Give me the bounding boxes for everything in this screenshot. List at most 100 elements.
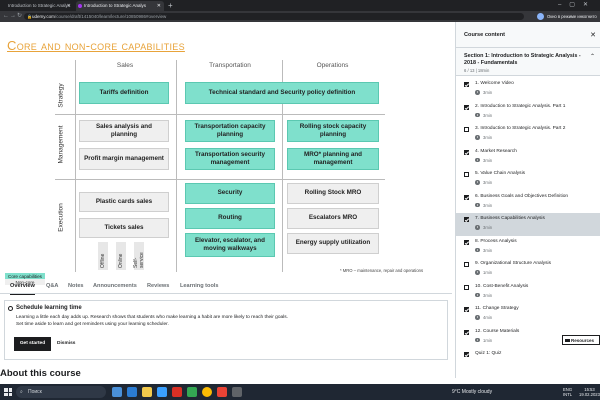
task-view-icon[interactable] [112,387,122,397]
weather-widget[interactable]: 9°C Mostly cloudy [452,384,492,400]
get-started-button[interactable]: Get started [14,337,51,351]
reminder-text-line: Set time aside to learn and get reminder… [16,322,169,328]
completion-checkbox[interactable] [464,217,469,222]
channel-offline: Offline [98,242,108,270]
lecture-item[interactable]: 1. Welcome Video 3min [456,78,600,101]
close-icon[interactable]: ✕ [590,31,596,39]
box-elevator: Elevator, escalator, and moving walkways [185,233,275,257]
tab-announcements[interactable]: Announcements [93,278,137,294]
box-energy: Energy supply utilization [287,233,379,254]
windows-taskbar: ⌕ Поиск 9°C Mostly cloudy ENG INTL 15:53… [0,384,600,400]
section-header[interactable]: Section 1: Introduction to Strategic Ana… [456,48,600,76]
box-tickets: Tickets sales [79,218,169,238]
lecture-title: 3. Introduction to Strategic Analysis. P… [475,126,566,131]
app-icon[interactable] [232,387,242,397]
completion-checkbox[interactable] [464,82,469,87]
windows-start-icon[interactable] [4,388,12,396]
store-icon[interactable] [157,387,167,397]
file-explorer-icon[interactable] [142,387,152,397]
dismiss-button[interactable]: Dismiss [57,337,75,351]
completion-checkbox[interactable] [464,352,469,357]
lecture-item[interactable]: Quiz 1: Quiz [456,348,600,371]
app-icon[interactable] [217,387,227,397]
completion-checkbox[interactable] [464,307,469,312]
taskbar-search-input[interactable]: ⌕ Поиск [16,386,106,398]
completion-checkbox[interactable] [464,127,469,132]
lecture-title: 5. Value Chain Analysis [475,171,526,176]
play-circle-icon [475,247,480,252]
lecture-item[interactable]: 7. Business Capabilities Analysis 3min [456,213,600,236]
completion-checkbox[interactable] [464,194,469,200]
completion-checkbox[interactable] [464,329,469,335]
browser-tab-active[interactable]: Introduction to Strategic Analys ✕ [76,1,164,11]
lecture-title: 11. Change Strategy [475,306,519,311]
clock[interactable]: 15:53 19.02.2023 [579,387,600,397]
tab-notes[interactable]: Notes [68,278,84,294]
completion-checkbox[interactable] [464,104,469,110]
app-icon[interactable] [187,387,197,397]
box-rolling-stock-capacity: Rolling stock capacity planning [287,120,379,142]
completion-checkbox[interactable] [464,284,469,290]
url-path: /course/draft/1415040/learn/lecture/1085… [54,14,167,19]
resources-button[interactable]: Resources [562,334,600,345]
lang-layout: INTL [563,392,573,397]
box-escalators-mro: Escalators MRO [287,208,379,229]
box-tech-standard: Technical standard and Security policy d… [185,82,379,104]
lecture-item[interactable]: 4. Market Research 3min [456,146,600,169]
box-mro-planning: MRO* planning and management [287,148,379,170]
browser-tabbar: Introduction to Strategic Analys ✕ Intro… [0,0,600,11]
tab-qa[interactable]: Q&A [46,278,58,294]
completion-checkbox[interactable] [464,239,469,245]
lecture-duration: 1min [483,270,493,275]
window-controls[interactable]: –▢✕ [558,0,596,11]
lecture-duration: 3min [483,90,493,95]
lecture-slide[interactable]: Core and non-core capabilities Sales Tra… [0,22,452,285]
tab-reviews[interactable]: Reviews [147,278,169,294]
grid-line [55,114,385,115]
lecture-item[interactable]: 8. Process Analysis 3min [456,236,600,259]
close-tab-icon[interactable]: ✕ [67,1,71,11]
about-heading: About this course [0,368,81,379]
language-indicator[interactable]: ENG INTL [563,387,572,397]
tab-learning-tools[interactable]: Learning tools [180,278,219,294]
tab-overview[interactable]: Overview [10,278,35,295]
lecture-item[interactable]: 3. Introduction to Strategic Analysis. P… [456,123,600,146]
url-input[interactable]: 🔒 udemy.com/course/draft/1415040/learn/l… [24,13,524,20]
slide-title: Core and non-core capabilities [7,38,185,53]
lecture-item[interactable]: 5. Value Chain Analysis 3min [456,168,600,191]
row-label-execution: Execution [57,203,65,232]
completion-checkbox[interactable] [464,262,469,267]
edge-icon[interactable] [127,387,137,397]
browser-tab[interactable]: Introduction to Strategic Analys ✕ [0,1,74,11]
lecture-duration: 3min [483,225,493,230]
lecture-item[interactable]: 11. Change Strategy 4min [456,303,600,326]
address-bar: ← → ↻ 🔒 udemy.com/course/draft/1415040/l… [0,11,600,22]
lecture-title: 6. Business Goals and Objectives Definit… [475,193,569,199]
incognito-avatar-icon[interactable] [537,13,544,20]
box-transport-capacity: Transportation capacity planning [185,120,275,142]
lecture-item[interactable]: 2. Introduction to Strategic Analysis. P… [456,101,600,124]
lecture-item[interactable]: 9. Organizational Structure Analysis 1min [456,258,600,281]
new-tab-icon[interactable]: + [168,0,173,11]
reload-icon[interactable]: ↻ [17,11,22,22]
lecture-title: 1. Welcome Video [475,81,514,86]
lecture-item[interactable]: 6. Business Goals and Objectives Definit… [456,191,600,214]
play-circle-icon [475,135,480,140]
sidebar-header: Course content ✕ [456,22,600,48]
box-sales-analysis: Sales analysis and planning [79,120,169,142]
lock-icon: 🔒 [27,14,32,19]
lecture-item[interactable]: 10. Cost-Benefit Analysis 3min [456,281,600,304]
completion-checkbox[interactable] [464,172,469,177]
close-tab-icon[interactable]: ✕ [157,1,161,11]
column-head-transportation: Transportation [209,62,251,69]
app-icon[interactable] [172,387,182,397]
lecture-item[interactable]: 12. Course Materials 1min Resources [456,326,600,349]
chevron-up-icon[interactable]: ⌃ [590,53,595,60]
chrome-icon[interactable] [202,387,212,397]
back-icon[interactable]: ← [3,11,9,22]
course-content-sidebar: Course content ✕ Section 1: Introduction… [455,22,600,378]
lecture-duration: 3min [483,135,493,140]
completion-checkbox[interactable] [464,149,469,155]
incognito-label: Окно в режиме инкогнито [547,14,597,19]
forward-icon[interactable]: → [10,11,16,22]
